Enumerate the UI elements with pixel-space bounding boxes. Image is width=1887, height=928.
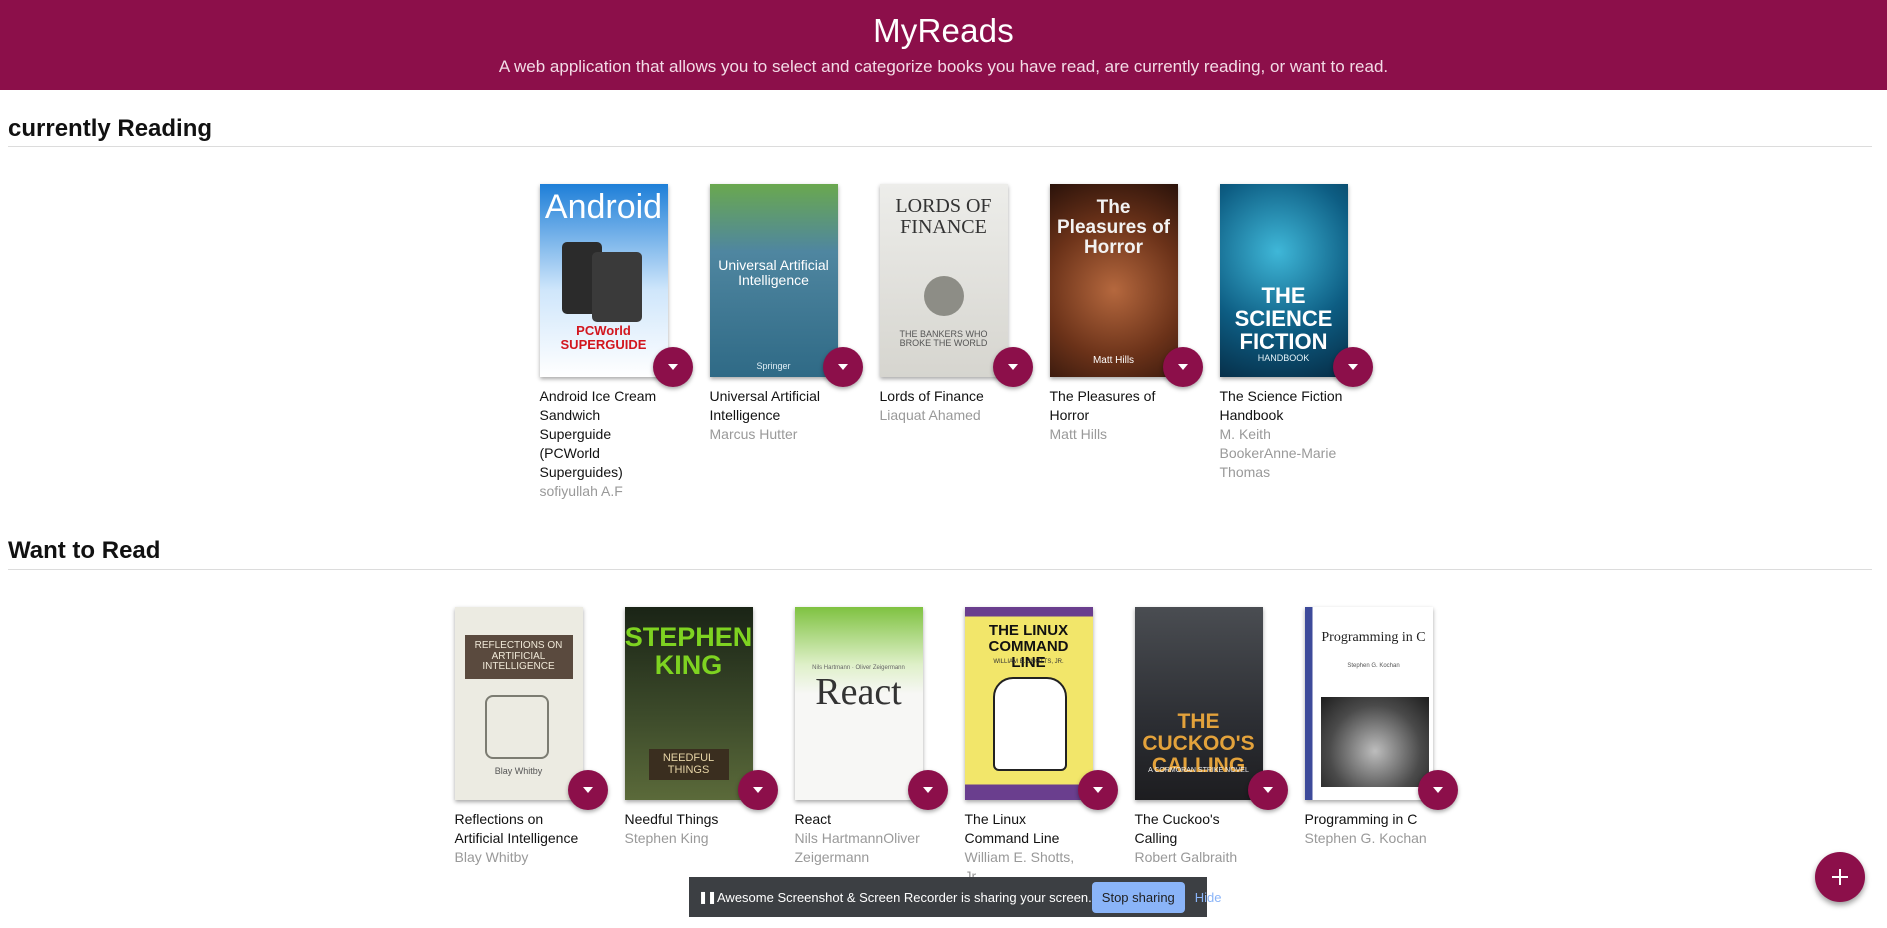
book-title: The Science Fiction Handbook [1219,388,1343,423]
shelf-changer-button[interactable] [1247,770,1288,810]
shelf-changer-button[interactable] [1417,770,1458,810]
book-item: STEPHEN KING NEEDFUL THINGS Needful Thin… [624,607,778,886]
book-authors: Robert Galbraith [1134,849,1238,865]
book-cover[interactable]: LORDS OF FINANCE THE BANKERS WHO BROKE T… [879,184,1008,377]
app-header: MyReads A web application that allows yo… [0,0,1887,90]
book-item: React Nils Hartmann · Oliver Zeigermann … [794,607,948,886]
book-authors: Marcus Hutter [709,426,798,442]
shelf-changer-button[interactable] [907,770,948,810]
shelf-title-currently-reading: currently Reading [8,115,213,142]
stop-sharing-button[interactable]: Stop sharing [1091,881,1185,913]
book-title: Reflections on Artificial Intelligence [454,811,579,846]
book-item: Android PCWorld SUPERGUIDE Android Ice C… [539,184,693,501]
add-book-button[interactable] [1815,852,1865,902]
book-authors: sofiyullah A.F [539,483,623,499]
shelf-changer-button[interactable] [1077,770,1118,810]
shelf-changer-button[interactable] [737,770,778,810]
book-title: The Cuckoo's Calling [1134,811,1220,846]
shelf-changer-button[interactable] [1332,347,1373,387]
book-cover[interactable]: Android PCWorld SUPERGUIDE [539,184,668,377]
app-title: MyReads [873,12,1014,49]
book-cover[interactable]: The Pleasures of Horror Matt Hills [1049,184,1178,377]
pause-icon: ❚❚ [698,890,717,904]
shelf-changer-button[interactable] [822,347,863,387]
book-authors: Matt Hills [1049,426,1108,442]
shelf-want-to-read: REFLECTIONS ON ARTIFICIAL INTELLIGENCE B… [0,607,1887,886]
shelf-currently-reading: Android PCWorld SUPERGUIDE Android Ice C… [0,184,1887,501]
screen-share-banner: ❚❚ Awesome Screenshot & Screen Recorder … [689,877,1222,917]
app-subtitle: A web application that allows you to sel… [498,57,1389,76]
book-cover[interactable]: THE SCIENCE FICTION HANDBOOK [1219,184,1348,377]
book-cover[interactable]: STEPHEN KING NEEDFUL THINGS [624,607,753,800]
book-title: Universal Artificial Intelligence [709,388,820,423]
shelf-changer-button[interactable] [1162,347,1203,387]
book-cover[interactable]: REFLECTIONS ON ARTIFICIAL INTELLIGENCE B… [454,607,583,800]
book-cover[interactable]: React Nils Hartmann · Oliver Zeigermann [794,607,923,800]
book-cover[interactable]: Universal Artificial Intelligence Spring… [709,184,838,377]
book-item: Universal Artificial Intelligence Spring… [709,184,863,501]
book-authors: Liaquat Ahamed [879,407,981,423]
shelf-changer-button[interactable] [567,770,608,810]
book-title: The Linux Command Line [964,811,1060,846]
book-title: Android Ice Cream Sandwich Superguide (P… [539,388,657,480]
shelf-changer-button[interactable] [652,347,693,387]
book-item: The Pleasures of Horror Matt Hills The P… [1049,184,1203,501]
book-item: THE SCIENCE FICTION HANDBOOK The Science… [1219,184,1373,501]
book-title: Needful Things [624,811,719,827]
hide-link[interactable]: Hide [1195,890,1222,905]
book-authors: Blay Whitby [454,849,529,865]
share-message: Awesome Screenshot & Screen Recorder is … [717,889,1092,905]
book-cover[interactable]: THE LINUX COMMAND LINE WILLIAM E. SHOTTS… [964,607,1093,800]
book-authors: M. Keith BookerAnne-Marie Thomas [1219,426,1337,480]
book-item: LORDS OF FINANCE THE BANKERS WHO BROKE T… [879,184,1033,501]
book-authors: Stephen King [624,830,709,846]
book-authors: Stephen G. Kochan [1304,830,1427,846]
book-item: THE CUCKOO'S CALLING A CORMORAN STRIKE N… [1134,607,1288,886]
shelf-divider [8,146,1872,147]
shelf-changer-button[interactable] [992,347,1033,387]
book-cover[interactable]: Programming in C Stephen G. Kochan [1304,607,1433,800]
book-authors: Nils HartmannOliver Zeigermann [794,830,920,865]
shelf-title-want-to-read: Want to Read [8,537,161,564]
book-title: React [794,811,832,827]
book-item: REFLECTIONS ON ARTIFICIAL INTELLIGENCE B… [454,607,608,886]
shelf-divider [8,569,1872,570]
book-title: Programming in C [1304,811,1418,827]
book-title: The Pleasures of Horror [1049,388,1156,423]
book-item: Programming in C Stephen G. Kochan Progr… [1304,607,1458,886]
book-title: Lords of Finance [879,388,984,404]
book-cover[interactable]: THE CUCKOO'S CALLING A CORMORAN STRIKE N… [1134,607,1263,800]
book-item: THE LINUX COMMAND LINE WILLIAM E. SHOTTS… [964,607,1118,886]
